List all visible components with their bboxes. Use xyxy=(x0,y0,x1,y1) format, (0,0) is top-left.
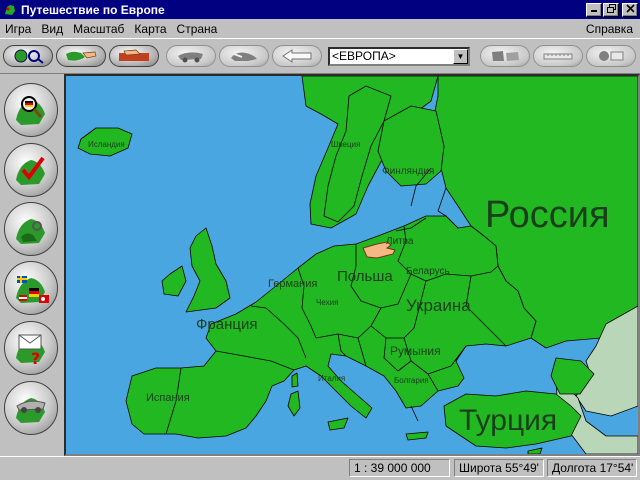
hand-pointer-icon xyxy=(66,51,97,61)
label-romania: Румыния xyxy=(390,344,441,358)
car-icon xyxy=(178,52,203,63)
app-icon[interactable] xyxy=(2,2,18,18)
explore-button[interactable] xyxy=(4,202,58,256)
sardinia-region xyxy=(287,390,301,417)
map-pin-icon xyxy=(599,51,624,61)
longitude-readout: Долгота 17°54' xyxy=(547,459,637,477)
travel-button[interactable] xyxy=(4,381,58,435)
quiz-button[interactable] xyxy=(4,143,58,197)
label-finland: Финляндия xyxy=(382,166,435,177)
toolbar: <ЕВРОПА> ▼ xyxy=(0,38,640,74)
scale-readout: 1 : 39 000 000 xyxy=(349,459,450,477)
info-button[interactable] xyxy=(109,45,159,67)
great-britain-region xyxy=(185,227,231,313)
label-czechia: Чехия xyxy=(316,298,339,307)
car-button[interactable] xyxy=(166,45,216,67)
map-view[interactable]: Россия Турция Украина Польша Франция Исп… xyxy=(64,74,640,456)
flags-button[interactable] xyxy=(4,261,58,315)
label-russia: Россия xyxy=(485,194,610,236)
ruler-hand-icon xyxy=(543,53,573,60)
magnifier-icon xyxy=(16,219,45,244)
route-button[interactable] xyxy=(219,45,269,67)
route-icon xyxy=(231,52,257,61)
measure-button[interactable] xyxy=(533,45,583,67)
latitude-readout: Широта 55°49' xyxy=(454,459,544,477)
label-italy: Италия xyxy=(318,374,346,383)
arrow-left-icon xyxy=(282,49,312,63)
country-search-icon xyxy=(16,96,45,125)
sidebar: ? xyxy=(0,75,64,455)
menu-help[interactable]: Справка xyxy=(581,22,638,36)
chevron-down-icon[interactable]: ▼ xyxy=(453,49,468,64)
region-select[interactable]: <ЕВРОПА> ▼ xyxy=(328,47,470,66)
menu-game[interactable]: Игра xyxy=(0,22,36,36)
map-compare-icon xyxy=(492,51,519,61)
label-iceland: Исландия xyxy=(88,140,125,149)
globe-search-icon xyxy=(14,49,44,64)
window-title: Путешествие по Европе xyxy=(21,2,165,17)
menu-scale[interactable]: Масштаб xyxy=(68,22,129,36)
flags-icon xyxy=(16,276,49,303)
compare-button[interactable] xyxy=(480,45,530,67)
checkmark-icon xyxy=(16,156,45,185)
ireland-region xyxy=(161,265,187,297)
minimize-button[interactable] xyxy=(586,2,602,17)
book-hand-icon xyxy=(119,49,149,61)
envelope-question-icon: ? xyxy=(16,334,45,368)
country-search-button[interactable] xyxy=(4,83,58,137)
label-sweden: Швеция xyxy=(331,140,361,149)
back-button[interactable] xyxy=(272,45,322,67)
cyprus-region xyxy=(527,447,543,454)
label-spain: Испания xyxy=(146,392,190,404)
close-button[interactable] xyxy=(622,2,638,17)
label-france: Франция xyxy=(196,316,258,333)
status-bar: 1 : 39 000 000 Широта 55°49' Долгота 17°… xyxy=(0,456,640,480)
label-poland: Польша xyxy=(337,268,393,285)
label-belarus: Беларусь xyxy=(406,266,450,277)
crete-region xyxy=(405,431,429,441)
label-lithuania: Литва xyxy=(386,236,414,247)
corsica-region xyxy=(291,372,299,388)
label-ukraine: Украина xyxy=(406,296,471,315)
sicily-region xyxy=(327,417,349,431)
menu-view[interactable]: Вид xyxy=(36,22,68,36)
maximize-button[interactable] xyxy=(603,2,619,17)
region-select-value: <ЕВРОПА> xyxy=(332,49,396,63)
title-bar: Путешествие по Европе xyxy=(0,0,640,19)
car-icon xyxy=(16,398,46,423)
label-turkey: Турция xyxy=(459,404,558,437)
svg-text:?: ? xyxy=(31,349,40,368)
mail-quiz-button[interactable]: ? xyxy=(4,321,58,375)
menu-map[interactable]: Карта xyxy=(129,22,171,36)
label-germany: Германия xyxy=(268,278,318,290)
menu-country[interactable]: Страна xyxy=(172,22,223,36)
menu-bar: Игра Вид Масштаб Карта Страна Справка xyxy=(0,19,640,38)
label-bulgaria: Болгария xyxy=(394,376,429,385)
select-region-button[interactable] xyxy=(56,45,106,67)
location-button[interactable] xyxy=(586,45,636,67)
search-country-button[interactable] xyxy=(3,45,53,67)
